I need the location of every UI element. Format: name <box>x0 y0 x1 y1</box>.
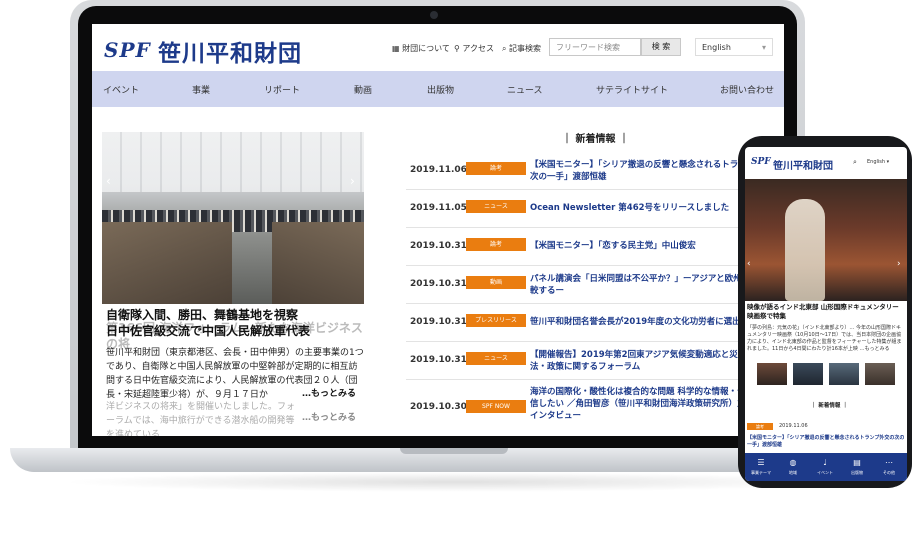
phone-screen: SPF 笹川平和財団 ⌕ English ▾ ‹ › 映像が語るインド北東部 山… <box>745 147 907 481</box>
nav-videos[interactable]: 動画 <box>354 83 372 96</box>
search-input[interactable]: フリーワード検索 <box>549 38 641 56</box>
phone-logo-name[interactable]: 笹川平和財団 <box>773 157 833 172</box>
news-item[interactable]: 2019.10.31 プレスリリース 笹川平和財団名誉会長が2019年度の文化功… <box>406 304 784 342</box>
phone-tab-regions[interactable]: 地域 <box>777 470 809 476</box>
hero-table-left <box>102 222 232 304</box>
news-item[interactable]: 2019.11.05 ニュース Ocean Newsletter 第462号をリ… <box>406 190 784 228</box>
phone-hero-image[interactable] <box>745 179 907 301</box>
phone-tab-bar: ☰ 事業テーマ ◍ 地域 ♩ イベント ▤ 出版物 ⋯ その他 <box>745 453 907 481</box>
building-icon: ▦ <box>392 44 400 53</box>
phone-hero-body: 「夢の列島：元気の花」（インド北東部より）… 今年の山形国際ドキュメンタリー映画… <box>747 325 902 352</box>
hero-more-link-2[interactable]: …もっとみる <box>302 410 356 423</box>
phone-thumbnail[interactable] <box>829 363 859 385</box>
laptop-screen: SPF 笹川平和財団 ▦ 財団について ⚲ アクセス ⌕ 記事検索 フリーワード… <box>92 24 784 436</box>
globe-icon: ◍ <box>789 458 797 467</box>
chevron-down-icon: ▾ <box>886 159 890 165</box>
book-icon: ▤ <box>853 458 861 467</box>
nav-reports[interactable]: リポート <box>264 83 300 96</box>
phone-language-select[interactable]: English ▾ <box>867 159 889 165</box>
hero-image[interactable] <box>102 132 364 304</box>
laptop-notch <box>400 448 508 454</box>
phone-thumbnail[interactable] <box>865 363 895 385</box>
list-icon: ☰ <box>757 458 765 467</box>
phone-chevron-left-icon[interactable]: ‹ <box>747 259 751 269</box>
hero-ceiling <box>102 132 364 192</box>
news-date: 2019.11.05 <box>410 203 467 213</box>
hero-more-link[interactable]: …もっとみる <box>302 386 356 399</box>
search-icon: ⌕ <box>502 44 507 53</box>
chevron-left-icon[interactable]: ‹ <box>106 174 111 188</box>
phone-hero-person <box>785 199 825 301</box>
logo-spf[interactable]: SPF <box>104 38 151 62</box>
news-badge: 論考 <box>466 238 526 251</box>
nav-satellite-sites[interactable]: サテライトサイト <box>596 83 668 96</box>
microphone-icon: ♩ <box>823 458 827 467</box>
phone-tab-publications[interactable]: 出版物 <box>841 470 873 476</box>
news-badge: 論考 <box>466 162 526 175</box>
nav-contact[interactable]: お問い合わせ <box>720 83 774 96</box>
news-date: 2019.10.30 <box>410 402 467 412</box>
language-select[interactable]: English ▾ <box>695 38 773 56</box>
nav-events[interactable]: イベント <box>103 83 139 96</box>
more-icon: ⋯ <box>885 458 893 467</box>
search-button[interactable]: 検 索 <box>641 38 681 56</box>
phone-news-title[interactable]: 【米国モニター】「シリア撤退の反響と懸念されるトランプ外交の次の一手」渡部恒雄 <box>747 435 905 449</box>
camera-icon <box>430 11 438 19</box>
laptop-shadow <box>60 472 852 492</box>
nav-news[interactable]: ニュース <box>507 83 543 96</box>
phone-chevron-right-icon[interactable]: › <box>897 259 901 269</box>
news-date: 2019.11.06 <box>410 165 467 175</box>
phone-logo-spf[interactable]: SPF <box>751 157 771 167</box>
news-item[interactable]: 2019.11.06 論考 【米国モニター】「シリア撤退の反響と懸念されるトラン… <box>406 152 784 190</box>
logo-name[interactable]: 笹川平和財団 <box>158 34 302 68</box>
nav-programs[interactable]: 事業 <box>192 83 210 96</box>
phone-thumbnail[interactable] <box>793 363 823 385</box>
util-link-access[interactable]: ⚲ アクセス <box>454 43 494 54</box>
news-item[interactable]: 2019.10.31 動画 パネル講演会「日米同盟は不公平か？」ーアジアと欧州の… <box>406 266 784 304</box>
news-badge: SPF NOW <box>466 400 526 413</box>
phone-tab-other[interactable]: その他 <box>873 470 905 476</box>
news-item[interactable]: 2019.10.30 SPF NOW 海洋の国際化・酸性化は複合的な問題 科学的… <box>406 380 784 436</box>
chevron-down-icon: ▾ <box>761 43 766 52</box>
news-date: 2019.10.31 <box>410 279 467 289</box>
phone-tab-events[interactable]: イベント <box>809 470 841 476</box>
phone-news-badge: 論考 <box>747 423 773 430</box>
news-badge: ニュース <box>466 352 526 365</box>
phone-thumbnail[interactable] <box>757 363 787 385</box>
news-item[interactable]: 2019.10.31 ニュース 【開催報告】2019年第2回東アジア気候変動適応… <box>406 342 784 380</box>
util-link-about[interactable]: ▦ 財団について <box>392 43 450 54</box>
news-badge: ニュース <box>466 200 526 213</box>
phone-news-heading: ｜ 新着情報 ｜ <box>811 403 848 409</box>
hero-table-right <box>272 222 364 304</box>
chevron-right-icon[interactable]: › <box>350 174 355 188</box>
util-link-search[interactable]: ⌕ 記事検索 <box>502 43 541 54</box>
news-date: 2019.10.31 <box>410 317 467 327</box>
phone-search-icon[interactable]: ⌕ <box>853 158 857 167</box>
news-item[interactable]: 2019.10.31 論考 【米国モニター】「恋する民主党」中山俊宏 <box>406 228 784 266</box>
pin-icon: ⚲ <box>454 44 460 53</box>
news-heading: ｜ 新着情報 ｜ <box>562 134 629 145</box>
news-date: 2019.10.31 <box>410 241 467 251</box>
news-badge: 動画 <box>466 276 526 289</box>
phone-hero-title[interactable]: 映像が語るインド北東部 山形国際ドキュメンタリー映画祭で特集 <box>747 303 905 321</box>
main-nav: イベント 事業 リポート 動画 出版物 ニュース サテライトサイト お問い合わせ <box>92 71 784 107</box>
hero-title[interactable]: 自衛隊入間、勝田、舞鶴基地を視察 日中佐官級交流で中国人民解放軍代表 <box>106 307 366 339</box>
hero-ghost-body: 洋ビジネスの将来」を開催いたしました。フォーラムでは、海中旅行ができる潜水船の開… <box>106 402 296 436</box>
news-date: 2019.10.31 <box>410 355 467 365</box>
nav-publications[interactable]: 出版物 <box>427 83 454 96</box>
phone-news-date: 2019.11.06 <box>779 423 808 429</box>
news-badge: プレスリリース <box>466 314 526 327</box>
phone-tab-themes[interactable]: 事業テーマ <box>745 470 777 476</box>
